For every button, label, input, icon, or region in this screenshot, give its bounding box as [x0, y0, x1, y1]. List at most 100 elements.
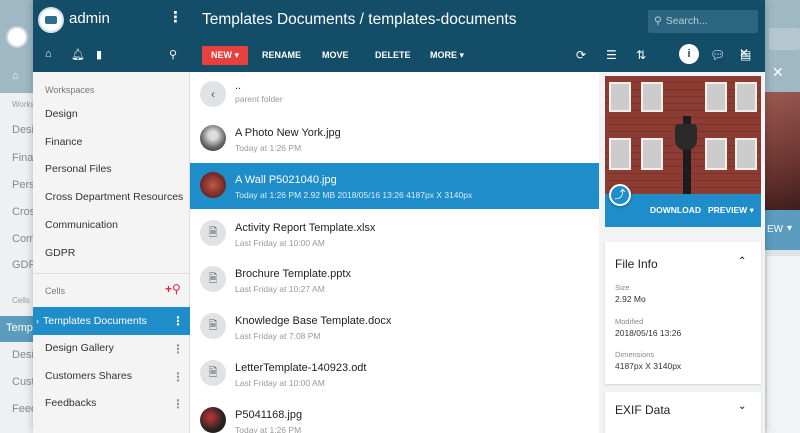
refresh-icon[interactable]: ⟳: [576, 46, 586, 65]
chevron-up-icon[interactable]: ⌃: [738, 256, 746, 267]
rename-button[interactable]: RENAME: [262, 46, 301, 65]
sidebar-icon-bar: ⌂ 🔔︎ ▮ ⚲: [33, 48, 190, 68]
share-icon[interactable]: ⤴: [609, 184, 631, 206]
file-info-title: File Info: [615, 257, 658, 271]
modified-label: Modified: [615, 317, 644, 326]
item-menu-icon[interactable]: ⋮: [172, 371, 184, 383]
list-item[interactable]: 🗎︎ LetterTemplate-140923.odt Last Friday…: [190, 351, 599, 397]
document-icon: 🗎︎: [200, 220, 226, 246]
file-meta: parent folder: [235, 94, 283, 104]
size-value: 2.92 Mo: [615, 294, 646, 304]
sidebar-item-personal-files[interactable]: Personal Files: [33, 156, 190, 183]
size-label: Size: [615, 283, 630, 292]
sidebar-item-label: Design Gallery: [45, 342, 114, 354]
preview-action-bar: ⤴ DOWNLOAD PREVIEW ▾: [605, 184, 761, 227]
sidebar-item-finance[interactable]: Finance: [33, 129, 190, 156]
background-card: [767, 256, 800, 433]
background-label: Feed: [12, 403, 33, 415]
background-preview-bar: EW ▾: [765, 210, 800, 250]
file-meta: Last Friday at 10:00 AM: [235, 238, 325, 248]
search-input[interactable]: ⚲ Search...: [648, 10, 758, 33]
close-panel-icon[interactable]: ✕: [739, 46, 749, 60]
sort-icon[interactable]: ⇅: [636, 46, 646, 65]
file-name: A Wall P5021040.jpg: [235, 174, 337, 186]
move-button[interactable]: MOVE: [322, 46, 349, 65]
user-menu-icon[interactable]: ⋮: [168, 10, 183, 25]
info-icon[interactable]: i: [679, 44, 699, 64]
sidebar-item-design-gallery[interactable]: Design Gallery ⋮: [33, 335, 190, 362]
image-thumbnail: [200, 125, 226, 151]
sidebar-item-communication[interactable]: Communication: [33, 212, 190, 239]
file-meta: Last Friday at 10:27 AM: [235, 284, 325, 294]
sidebar-item-label: Templates Documents: [43, 315, 147, 327]
file-meta: Today at 1:26 PM: [235, 143, 302, 153]
background-avatar: [6, 26, 28, 48]
bell-icon[interactable]: 🔔︎: [71, 48, 85, 61]
file-name: Brochure Template.pptx: [235, 268, 351, 280]
delete-button[interactable]: DELETE: [375, 46, 411, 65]
file-name: A Photo New York.jpg: [235, 127, 341, 139]
sidebar-header: admin ⋮ ⌂ 🔔︎ ▮ ⚲: [33, 0, 190, 72]
background-label: Custo: [12, 376, 33, 388]
document-icon: 🗎︎: [200, 266, 226, 292]
bookmark-icon[interactable]: ▮: [96, 48, 102, 61]
sidebar-item-feedbacks[interactable]: Feedbacks ⋮: [33, 390, 190, 417]
background-search: [769, 28, 800, 50]
file-meta: Today at 1:26 PM 2.92 MB 2018/05/16 13:2…: [235, 190, 473, 200]
sidebar-item-gdpr[interactable]: GDPR: [33, 240, 190, 267]
background-selected-item: Temp: [0, 316, 33, 342]
search-icon: ⚲: [654, 15, 662, 27]
download-button[interactable]: DOWNLOAD: [650, 205, 701, 215]
chevron-down-icon[interactable]: ⌄: [738, 401, 746, 412]
sidebar-item-templates-documents[interactable]: › Templates Documents ⋮: [33, 307, 190, 335]
workspaces-heading: Workspaces: [45, 85, 95, 95]
sidebar-item-customers-shares[interactable]: Customers Shares ⋮: [33, 363, 190, 390]
background-home-icon: ⌂: [12, 70, 19, 82]
file-list: ‹ .. parent folder A Photo New York.jpg …: [190, 72, 599, 433]
cells-heading: Cells: [45, 286, 66, 296]
file-meta: Last Friday at 7:08 PM: [235, 331, 321, 341]
new-button[interactable]: NEW ▾: [202, 46, 248, 65]
file-name: LetterTemplate-140923.odt: [235, 362, 367, 374]
dimensions-label: Dimensions: [615, 350, 655, 359]
page-title: Templates Documents / templates-document…: [202, 11, 517, 28]
list-item[interactable]: A Photo New York.jpg Today at 1:26 PM: [190, 116, 599, 162]
background-label: Finan: [12, 152, 33, 164]
comment-icon[interactable]: 💬︎: [710, 46, 725, 65]
list-item[interactable]: P5041168.jpg Today at 1:26 PM: [190, 398, 599, 433]
modified-value: 2018/05/16 13:26: [615, 328, 682, 338]
search-placeholder: Search...: [665, 15, 708, 27]
preview-button[interactable]: PREVIEW ▾: [708, 205, 754, 216]
sidebar-item-design[interactable]: Design: [33, 101, 190, 128]
sidebar-item-cross-department[interactable]: Cross Department Resources: [33, 184, 190, 211]
back-icon: ‹: [200, 81, 226, 107]
toolbar: NEW ▾ RENAME MOVE DELETE MORE ▾ ⟳ ☰ ⇅ i …: [190, 44, 765, 68]
list-item[interactable]: 🗎︎ Brochure Template.pptx Last Friday at…: [190, 257, 599, 303]
background-preview-image: [765, 92, 800, 210]
background-label: Cros: [12, 206, 33, 218]
background-close-icon: ✕: [772, 64, 784, 80]
home-icon[interactable]: ⌂: [45, 48, 52, 60]
cells-add-icon[interactable]: ⚲: [169, 48, 177, 61]
more-button[interactable]: MORE ▾: [430, 46, 464, 65]
file-name: ..: [235, 80, 242, 92]
image-thumbnail: [200, 172, 226, 198]
background-label: Cells: [12, 296, 30, 305]
list-item[interactable]: A Wall P5021040.jpg Today at 1:26 PM 2.9…: [190, 163, 599, 209]
avatar[interactable]: [38, 7, 64, 33]
item-menu-icon[interactable]: ⋮: [172, 315, 184, 327]
add-cell-icon[interactable]: +⚲: [165, 282, 181, 296]
sidebar-item-label: Customers Shares: [45, 370, 132, 382]
item-menu-icon[interactable]: ⋮: [172, 398, 184, 410]
document-icon: 🗎︎: [200, 313, 226, 339]
list-item[interactable]: 🗎︎ Activity Report Template.xlsx Last Fr…: [190, 211, 599, 257]
file-name: Knowledge Base Template.docx: [235, 315, 392, 327]
list-item-parent[interactable]: ‹ .. parent folder: [190, 72, 599, 118]
background-label: Desig: [12, 349, 33, 361]
file-meta: Last Friday at 10:00 AM: [235, 378, 325, 388]
list-item[interactable]: 🗎︎ Knowledge Base Template.docx Last Fri…: [190, 304, 599, 350]
list-view-icon[interactable]: ☰: [606, 46, 617, 65]
exif-card[interactable]: EXIF Data ⌄: [605, 392, 761, 433]
username[interactable]: admin: [69, 10, 110, 27]
item-menu-icon[interactable]: ⋮: [172, 343, 184, 355]
